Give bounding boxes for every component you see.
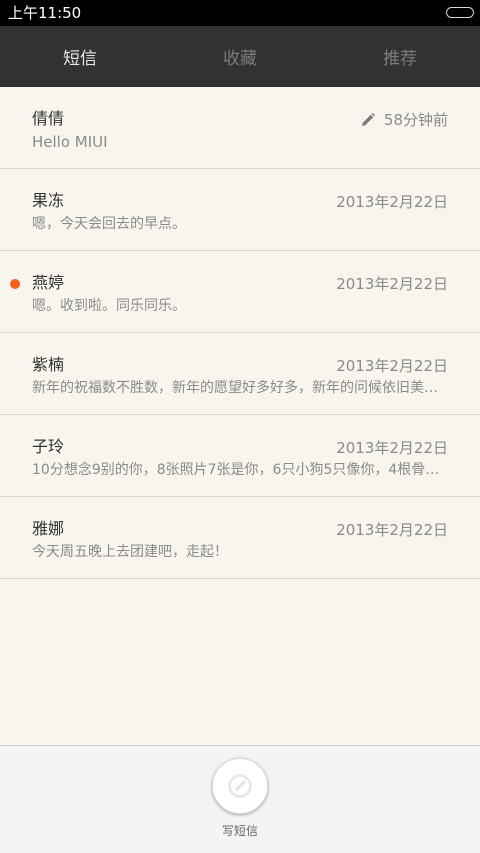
tab-recommended[interactable]: 推荐 <box>320 26 480 87</box>
conversation-list: 倩倩 58分钟前 Hello MIUI 果冻 2013年2月22日 嗯，今天会回… <box>0 87 480 579</box>
battery-icon <box>446 7 474 18</box>
message-preview: 今天周五晚上去团建吧，走起！ <box>32 544 228 560</box>
message-time: 2013年2月22日 <box>336 193 448 211</box>
contact-name: 燕婷 <box>32 273 65 292</box>
compose-icon <box>228 774 252 798</box>
contact-name: 倩倩 <box>32 109 65 128</box>
message-preview: 嗯。收到啦。同乐同乐。 <box>32 298 186 314</box>
compose-label: 写短信 <box>221 824 258 838</box>
message-preview: 新年的祝福数不胜数，新年的愿望好多好多，新年的问候依旧美好... <box>32 380 448 396</box>
contact-name: 果冻 <box>32 191 65 210</box>
contact-name: 子玲 <box>32 437 65 456</box>
status-time: 上午11:50 <box>8 4 82 22</box>
contact-name: 雅娜 <box>32 519 65 538</box>
tab-bar: 短信 收藏 推荐 <box>0 26 480 87</box>
pencil-icon <box>361 113 375 126</box>
bottom-bar: 写短信 <box>0 745 480 853</box>
conversation-row[interactable]: 雅娜 2013年2月22日 今天周五晚上去团建吧，走起！ <box>0 497 480 579</box>
message-time: 2013年2月22日 <box>336 275 448 293</box>
conversation-row[interactable]: 果冻 2013年2月22日 嗯，今天会回去的早点。 <box>0 169 480 251</box>
conversation-row[interactable]: 紫楠 2013年2月22日 新年的祝福数不胜数，新年的愿望好多好多，新年的问候依… <box>0 333 480 415</box>
conversation-row[interactable]: 燕婷 2013年2月22日 嗯。收到啦。同乐同乐。 <box>0 251 480 333</box>
tab-recommended-label: 推荐 <box>383 49 417 69</box>
message-preview: Hello MIUI <box>32 133 108 151</box>
message-preview: 10分想念9别的你，8张照片7张是你，6只小狗5只像你，4根骨头... <box>32 462 448 478</box>
tab-sms[interactable]: 短信 <box>0 26 160 87</box>
contact-name: 紫楠 <box>32 355 65 374</box>
compose-button[interactable] <box>212 758 268 814</box>
tab-favorites-label: 收藏 <box>223 49 257 69</box>
unread-indicator <box>10 279 20 289</box>
message-time: 2013年2月22日 <box>336 439 448 457</box>
message-preview: 嗯，今天会回去的早点。 <box>32 216 186 232</box>
message-time: 2013年2月22日 <box>336 357 448 375</box>
conversation-row[interactable]: 倩倩 58分钟前 Hello MIUI <box>0 87 480 169</box>
message-time: 2013年2月22日 <box>336 521 448 539</box>
message-time-text: 58分钟前 <box>383 111 448 129</box>
conversation-row[interactable]: 子玲 2013年2月22日 10分想念9别的你，8张照片7张是你，6只小狗5只像… <box>0 415 480 497</box>
status-bar: 上午11:50 <box>0 0 480 26</box>
tab-favorites[interactable]: 收藏 <box>160 26 320 87</box>
message-time: 58分钟前 <box>360 111 448 129</box>
tab-sms-label: 短信 <box>63 49 97 69</box>
